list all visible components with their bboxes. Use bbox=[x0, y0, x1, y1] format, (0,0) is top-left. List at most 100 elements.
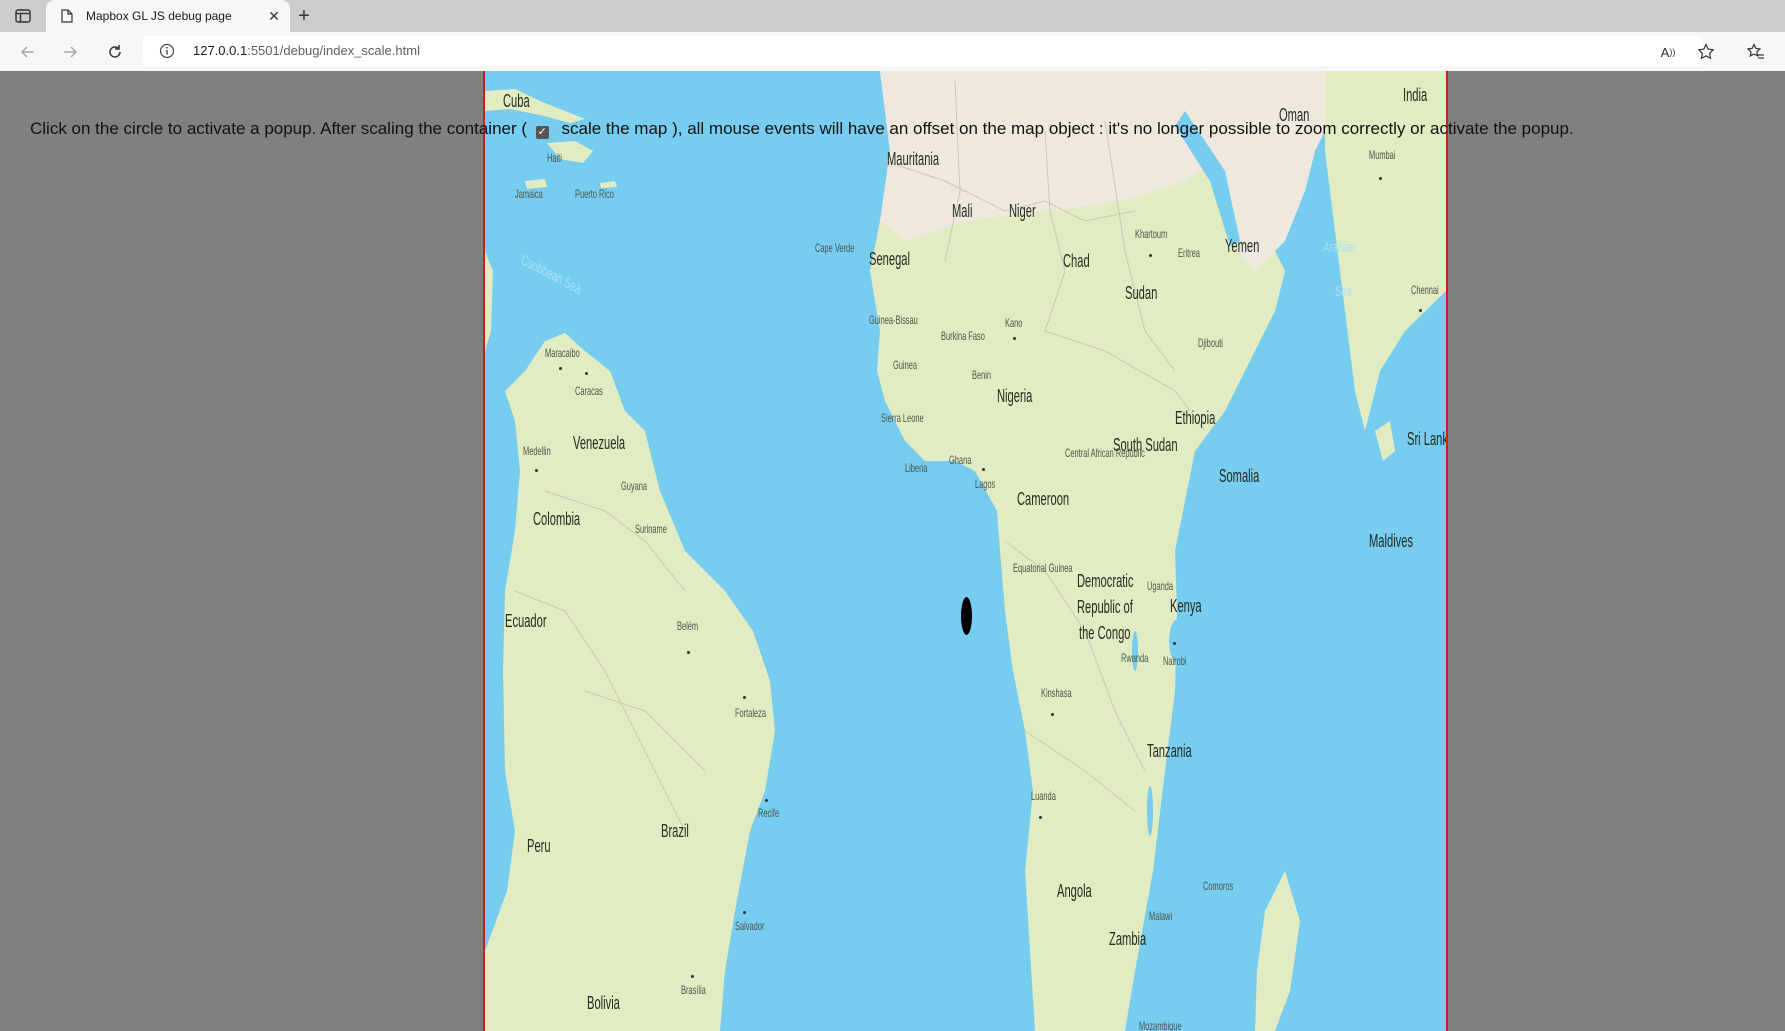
map-label-jamaica: Jamaica bbox=[515, 187, 543, 201]
forward-icon[interactable] bbox=[58, 40, 82, 64]
map-label-ecuador: Ecuador bbox=[505, 611, 547, 631]
map-label-drc-line2: Republic of bbox=[1077, 597, 1133, 617]
map-label-luanda: Luanda bbox=[1031, 789, 1056, 803]
map-label-arabian-sea-line2: Sea bbox=[1335, 283, 1352, 300]
read-aloud-icon[interactable]: A)) bbox=[1656, 40, 1680, 64]
favorite-icon[interactable] bbox=[1694, 40, 1718, 64]
map-label-mumbai: Mumbai bbox=[1369, 148, 1396, 162]
map-label-khartoum: Khartoum bbox=[1135, 227, 1168, 241]
map-label-kano: Kano bbox=[1005, 316, 1023, 330]
url-text: 127.0.0.1:5501/debug/index_scale.html bbox=[193, 43, 420, 58]
map-label-arabian-sea-line1: Arabian bbox=[1323, 239, 1356, 256]
map-label-nairobi: Nairobi bbox=[1163, 654, 1187, 668]
map-label-bolivia: Bolivia bbox=[587, 993, 620, 1013]
map-label-central-african-republic: Central African Republic bbox=[1065, 446, 1145, 460]
map-label-brasilia: Brasília bbox=[681, 983, 706, 997]
city-dot bbox=[982, 468, 985, 471]
map-label-mauritania: Mauritania bbox=[887, 149, 940, 169]
map-label-nigeria: Nigeria bbox=[997, 386, 1033, 406]
browser-tabstrip: Mapbox GL JS debug page ✕ + bbox=[0, 0, 1785, 32]
map-label-cuba: Cuba bbox=[503, 91, 530, 111]
map-label-kinshasa: Kinshasa bbox=[1041, 686, 1072, 700]
map-label-maracaibo: Maracaibo bbox=[545, 346, 580, 360]
city-dot bbox=[1379, 177, 1382, 180]
map-label-cameroon: Cameroon bbox=[1017, 489, 1070, 509]
map-label-ethiopia: Ethiopia bbox=[1175, 408, 1216, 428]
map-label-belem: Belém bbox=[677, 619, 699, 633]
map-label-guinea-bissau: Guinea-Bissau bbox=[869, 313, 918, 327]
map-label-burkina-faso: Burkina Faso bbox=[941, 329, 985, 343]
city-dot bbox=[687, 651, 690, 654]
map-label-caracas: Caracas bbox=[575, 384, 603, 398]
popup-circle-marker[interactable] bbox=[961, 597, 972, 635]
browser-tab[interactable]: Mapbox GL JS debug page ✕ bbox=[46, 0, 290, 32]
instructions-text: Click on the circle to activate a popup.… bbox=[30, 119, 1750, 139]
city-dot bbox=[1149, 254, 1152, 257]
info-icon[interactable] bbox=[159, 43, 175, 59]
city-dot bbox=[743, 696, 746, 699]
scale-checkbox-label[interactable]: scale the map bbox=[562, 119, 668, 138]
map-label-south-sudan: South Sudan bbox=[1113, 435, 1178, 455]
map-label-liberia: Liberia bbox=[905, 461, 928, 475]
favorites-list-icon[interactable] bbox=[1744, 40, 1768, 64]
instruction-before: Click on the circle to activate a popup.… bbox=[30, 119, 528, 138]
map-label-maldives: Maldives bbox=[1369, 531, 1414, 551]
map-label-drc-line1: Democratic bbox=[1077, 571, 1134, 591]
instruction-after: ), all mouse events will have an offset … bbox=[672, 119, 1574, 138]
map-label-somalia: Somalia bbox=[1219, 466, 1260, 486]
refresh-icon[interactable] bbox=[103, 40, 127, 64]
city-dot bbox=[765, 799, 768, 802]
city-dot bbox=[585, 372, 588, 375]
city-dot bbox=[691, 975, 694, 978]
city-dot bbox=[559, 367, 562, 370]
map-label-recife: Recife bbox=[758, 806, 780, 820]
map-label-medellin: Medellin bbox=[523, 444, 551, 458]
map-label-chennai: Chennai bbox=[1411, 283, 1439, 297]
map-label-suriname: Suriname bbox=[635, 522, 667, 536]
city-dot bbox=[535, 469, 538, 472]
map-label-tanzania: Tanzania bbox=[1147, 741, 1192, 761]
map-label-lagos: Lagos bbox=[975, 477, 996, 491]
map-label-chad: Chad bbox=[1063, 251, 1090, 271]
address-bar[interactable]: 127.0.0.1:5501/debug/index_scale.html bbox=[143, 36, 1703, 66]
tab-title: Mapbox GL JS debug page bbox=[86, 9, 232, 23]
back-icon[interactable] bbox=[16, 40, 40, 64]
sidebar-toggle-icon[interactable] bbox=[12, 6, 34, 26]
close-icon[interactable]: ✕ bbox=[264, 6, 284, 26]
map-label-peru: Peru bbox=[527, 836, 551, 856]
city-dot bbox=[743, 911, 746, 914]
map-label-mali: Mali bbox=[952, 201, 973, 221]
map-label-colombia: Colombia bbox=[533, 509, 581, 529]
map-label-senegal: Senegal bbox=[869, 249, 910, 269]
map-label-sierra-leone: Sierra Leone bbox=[881, 411, 924, 425]
map-label-india: India bbox=[1403, 85, 1428, 105]
map-label-rwanda: Rwanda bbox=[1121, 651, 1149, 665]
map-label-sudan: Sudan bbox=[1125, 283, 1158, 303]
map-label-guyana: Guyana bbox=[621, 479, 648, 493]
map-label-haiti: Haiti bbox=[547, 151, 562, 165]
page-icon bbox=[60, 8, 74, 24]
map-container[interactable]: Cuba Haiti Jamaica Puerto Rico Caribbean… bbox=[483, 71, 1448, 1031]
map-label-puerto-rico: Puerto Rico bbox=[575, 187, 614, 201]
city-dot bbox=[1039, 816, 1042, 819]
scale-checkbox[interactable]: ✓ bbox=[535, 126, 549, 139]
city-dot bbox=[1173, 642, 1176, 645]
map-label-equatorial-guinea: Equatorial Guinea bbox=[1013, 561, 1073, 575]
map-label-kenya: Kenya bbox=[1170, 596, 1202, 616]
map-label-yemen: Yemen bbox=[1225, 236, 1260, 256]
map-label-uganda: Uganda bbox=[1147, 579, 1174, 593]
map-label-angola: Angola bbox=[1057, 881, 1092, 901]
map-label-benin: Benin bbox=[972, 368, 992, 382]
city-dot bbox=[1051, 713, 1054, 716]
map-label-fortaleza: Fortaleza bbox=[735, 706, 767, 720]
map-label-niger: Niger bbox=[1009, 201, 1036, 221]
map-label-zambia: Zambia bbox=[1109, 929, 1147, 949]
map-label-drc-line3: the Congo bbox=[1079, 623, 1131, 643]
browser-toolbar: 127.0.0.1:5501/debug/index_scale.html A)… bbox=[0, 32, 1785, 72]
map-label-eritrea: Eritrea bbox=[1178, 246, 1200, 260]
map-label-guinea: Guinea bbox=[893, 358, 917, 372]
map-label-mozambique: Mozambique bbox=[1139, 1019, 1182, 1031]
page-viewport: Cuba Haiti Jamaica Puerto Rico Caribbean… bbox=[0, 71, 1785, 1031]
map-label-sri-lanka: Sri Lanka bbox=[1407, 429, 1448, 449]
new-tab-button[interactable]: + bbox=[292, 4, 316, 28]
